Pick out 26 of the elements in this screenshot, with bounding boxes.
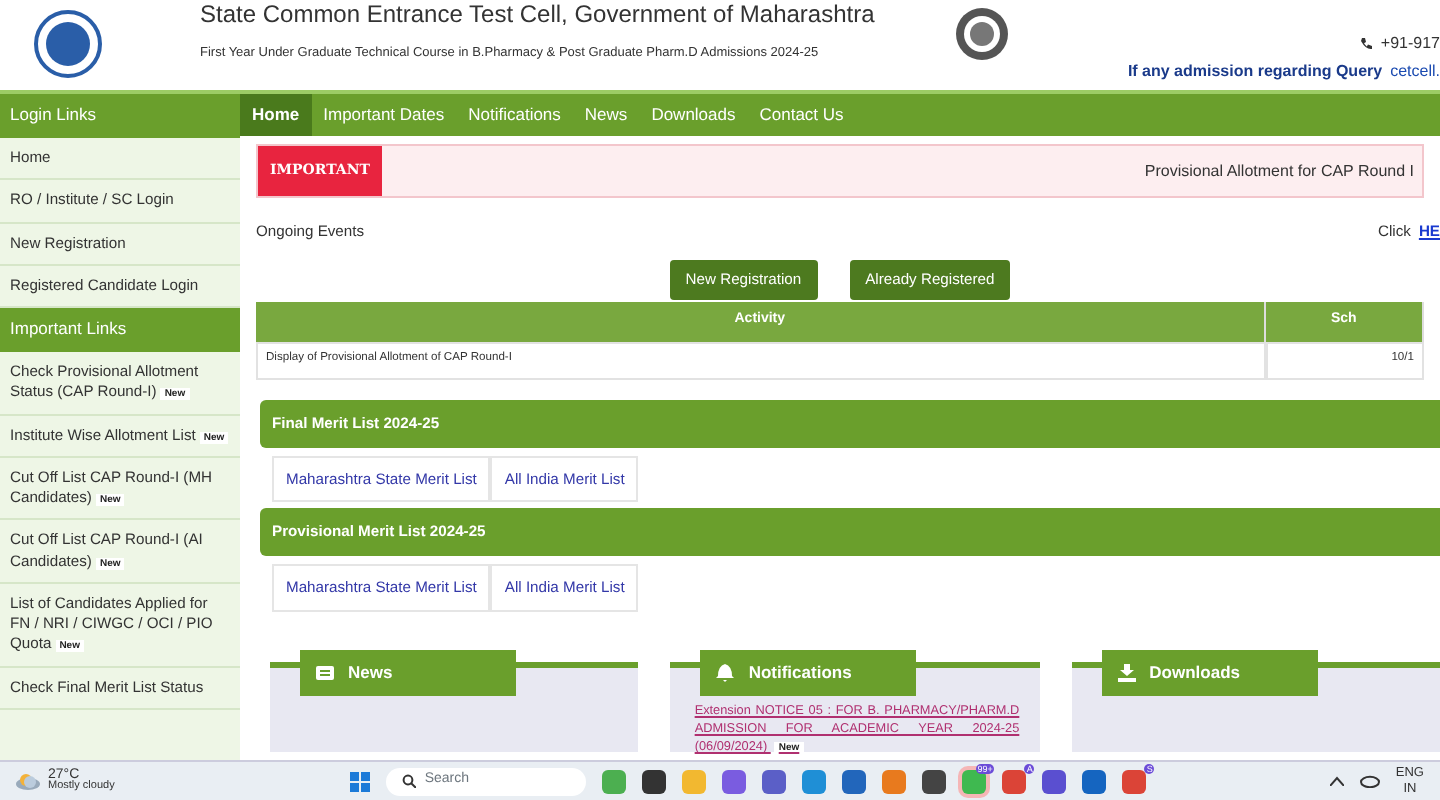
query-label: If any admission regarding Query [1127, 62, 1383, 82]
search-icon [402, 774, 417, 788]
panel-title: Downloads [1149, 661, 1240, 683]
nav-tab[interactable]: Home [240, 94, 312, 136]
app-icon[interactable] [842, 769, 867, 793]
emblem-logo [32, 8, 104, 80]
sidebar-heading: Important Links [0, 308, 240, 352]
app-icon[interactable] [1082, 769, 1107, 793]
phone-icon [1360, 38, 1373, 50]
newspaper-icon [316, 663, 334, 682]
sidebar-heading: Login Links [0, 94, 240, 138]
download-icon [1117, 663, 1136, 682]
app-icon[interactable] [762, 769, 787, 793]
app-icon[interactable] [922, 769, 947, 793]
emblem-logo [954, 6, 1011, 62]
site-title: State Common Entrance Test Cell, Government of Maharashtra [200, 0, 875, 30]
ticker-text: Provisional Allotment for CAP Round I [1144, 161, 1414, 181]
app-icon[interactable] [1042, 769, 1067, 793]
email-link[interactable]: cetcell. [1390, 62, 1440, 82]
start-icon [350, 771, 371, 791]
phone-number: +91-917 [1380, 34, 1440, 54]
panel-title: Notifications [748, 661, 852, 683]
panel-title: News [348, 661, 393, 683]
chevron-up-icon [1329, 776, 1344, 786]
bell-icon [716, 663, 735, 682]
app-icon[interactable] [642, 769, 667, 793]
